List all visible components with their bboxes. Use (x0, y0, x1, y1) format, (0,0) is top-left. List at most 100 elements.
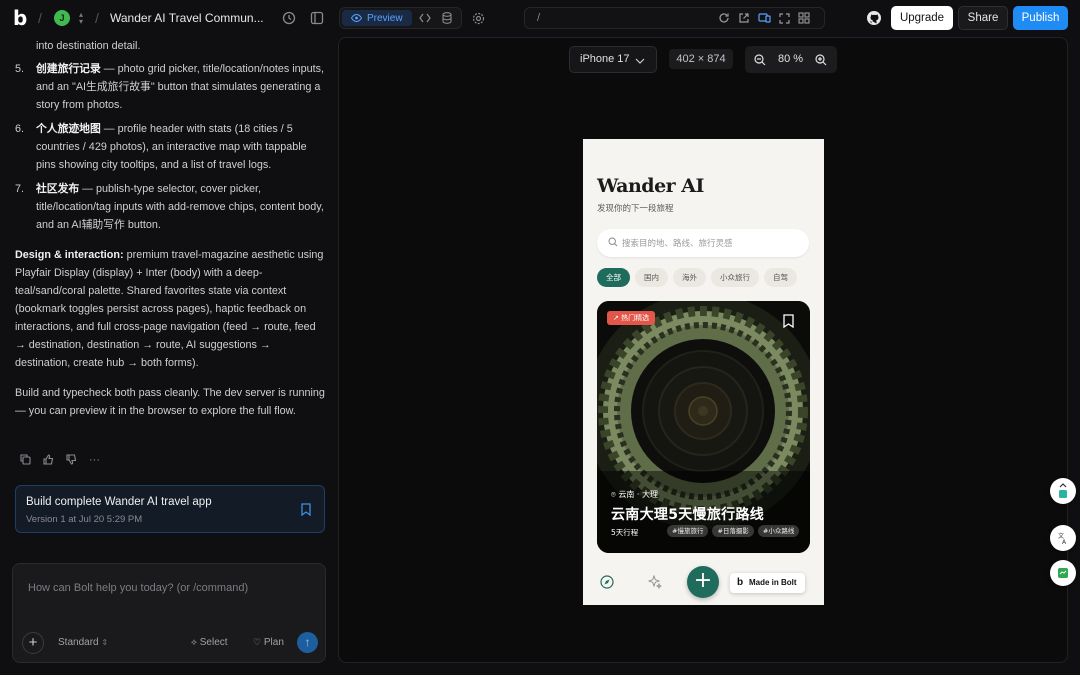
design-text: premium travel-magazine aesthetic using … (15, 249, 324, 369)
preview-pane: iPhone 17 402 × 874 80 % Wander AI 发现你的下… (338, 37, 1068, 663)
model-selector[interactable]: Standard ⇕ (58, 637, 108, 648)
list-item: 6. 个人旅迹地图 — profile header with stats (1… (15, 120, 327, 174)
open-external-icon[interactable] (736, 10, 752, 26)
create-fab-button[interactable]: + (687, 566, 719, 598)
bookmark-icon[interactable] (301, 503, 311, 516)
chevron-updown-icon[interactable]: ▴ ▾ (79, 11, 87, 26)
sparkles-icon[interactable] (648, 575, 662, 589)
design-heading: Design & interaction: (15, 249, 124, 261)
message-text: into destination detail. (36, 40, 141, 52)
extension-button[interactable] (1050, 478, 1076, 504)
list-item-title: 社区发布 (36, 183, 80, 195)
build-paragraph: Build and typecheck both pass cleanly. T… (15, 387, 325, 417)
version-subtitle: Version 1 at Jul 20 5:29 PM (26, 514, 143, 525)
chevron-down-icon (635, 58, 645, 64)
add-attachment-button[interactable]: + (22, 632, 44, 654)
card-title: 云南大理5天慢旅行路线 (611, 507, 765, 523)
phone-preview: Wander AI 发现你的下一段旅程 搜索目的地、路线、旅行灵感 全部 国内 … (583, 139, 824, 605)
github-icon[interactable] (865, 9, 883, 27)
thumbs-up-icon[interactable] (42, 453, 55, 466)
thumbs-down-icon[interactable] (65, 453, 78, 466)
svg-text:A: A (1062, 539, 1067, 546)
chevron-updown-icon: ⇕ (101, 638, 109, 647)
separator: / (38, 10, 42, 26)
list-item: 7. 社区发布 — publish-type selector, cover p… (15, 180, 327, 234)
bolt-logo-icon[interactable]: b (13, 8, 29, 28)
publish-button[interactable]: Publish (1013, 6, 1068, 30)
fullscreen-icon[interactable] (776, 10, 792, 26)
send-button[interactable]: ↑ (297, 632, 318, 653)
app-title: Wander AI (597, 175, 704, 197)
zoom-in-icon[interactable] (815, 54, 827, 66)
code-icon[interactable] (417, 10, 433, 26)
database-icon[interactable] (439, 10, 455, 26)
composer-input[interactable]: How can Bolt help you today? (or /comman… (28, 582, 248, 594)
chip-niche[interactable]: 小众旅行 (711, 268, 759, 287)
hot-badge-label: 热门精选 (621, 314, 650, 322)
upgrade-button[interactable]: Upgrade (891, 6, 953, 30)
reload-icon[interactable] (716, 10, 732, 26)
list-number: 7. (15, 183, 25, 195)
url-path[interactable]: / (537, 12, 540, 24)
message-actions: ··· (19, 453, 101, 466)
settings-gear-icon[interactable] (470, 10, 486, 26)
view-switcher: Preview (339, 7, 462, 29)
tab-preview-label: Preview (367, 12, 403, 24)
list-number: 5. (15, 63, 25, 75)
copy-icon[interactable] (19, 453, 32, 466)
more-icon[interactable]: ··· (88, 453, 101, 466)
sidebar-toggle-icon[interactable] (309, 10, 325, 26)
share-button[interactable]: Share (958, 6, 1008, 30)
version-card[interactable]: Build complete Wander AI travel app Vers… (15, 485, 325, 533)
tab-preview[interactable]: Preview (342, 10, 412, 26)
compass-icon[interactable] (600, 575, 614, 589)
hot-badge: ↗ 热门精选 (607, 311, 656, 325)
app-subtitle: 发现你的下一段旅程 (597, 204, 674, 214)
lightbulb-icon: ♡ (253, 637, 262, 647)
chip-roadtrip[interactable]: 自驾 (764, 268, 797, 287)
list-item-text: — publish-type selector, cover picker, t… (36, 183, 324, 231)
design-paragraph: Design & interaction: premium travel-mag… (15, 246, 327, 372)
select-icon: ⟡ (191, 637, 197, 647)
chip-domestic[interactable]: 国内 (635, 268, 668, 287)
project-title[interactable]: Wander AI Travel Commun... (110, 11, 264, 25)
green-extension-button[interactable] (1050, 560, 1076, 586)
layout-panel-icon[interactable] (796, 10, 812, 26)
avatar[interactable]: J (54, 10, 70, 26)
card-location-text: 云南 · 大理 (618, 490, 658, 499)
url-bar[interactable]: / (524, 7, 825, 29)
translate-icon: 文A (1058, 532, 1067, 546)
bookmark-icon[interactable] (783, 314, 794, 328)
chat-composer[interactable]: How can Bolt help you today? (or /comman… (12, 563, 326, 663)
list-item-title: 个人旅迹地图 (36, 123, 101, 135)
zoom-out-icon[interactable] (754, 54, 766, 66)
featured-route-card[interactable]: ↗ 热门精选 ⌾ 云南 · 大理 云南大理5天慢旅行路线 5天行程 #慢旅旅行 … (597, 301, 810, 553)
device-toggle-icon[interactable] (756, 10, 772, 26)
card-days: 5天行程 (611, 528, 639, 537)
device-selector[interactable]: iPhone 17 (569, 46, 657, 73)
history-icon[interactable] (281, 10, 297, 26)
location-pin-icon: ⌾ (611, 490, 616, 499)
eye-icon (351, 14, 362, 22)
card-tags: #慢旅旅行 #日落摄影 #小众路线 (667, 525, 800, 537)
list-item-title: 创建旅行记录 (36, 63, 101, 75)
translate-button[interactable]: 文A (1050, 525, 1076, 551)
version-title: Build complete Wander AI travel app (26, 496, 212, 508)
list-number: 6. (15, 123, 25, 135)
select-button[interactable]: ⟡ Select (191, 637, 228, 648)
made-in-bolt-badge[interactable]: b Made in Bolt (730, 573, 805, 593)
select-label: Select (199, 637, 228, 648)
list-item: 5. 创建旅行记录 — photo grid picker, title/loc… (15, 60, 327, 114)
zoom-value: 80 % (778, 53, 804, 65)
search-placeholder: 搜索目的地、路线、旅行灵感 (622, 239, 733, 249)
zoom-control: 80 % (745, 46, 837, 73)
flag-icon (1058, 568, 1068, 578)
chip-all[interactable]: 全部 (597, 268, 630, 287)
category-chips: 全部 国内 海外 小众旅行 自驾 (597, 268, 797, 287)
chat-panel: into destination detail. 5. 创建旅行记录 — pho… (0, 37, 337, 675)
plan-label: Plan (263, 637, 284, 648)
chip-overseas[interactable]: 海外 (673, 268, 706, 287)
chevron-up-icon (1059, 483, 1067, 498)
plan-button[interactable]: ♡ Plan (253, 637, 284, 648)
search-input[interactable]: 搜索目的地、路线、旅行灵感 (597, 229, 809, 257)
